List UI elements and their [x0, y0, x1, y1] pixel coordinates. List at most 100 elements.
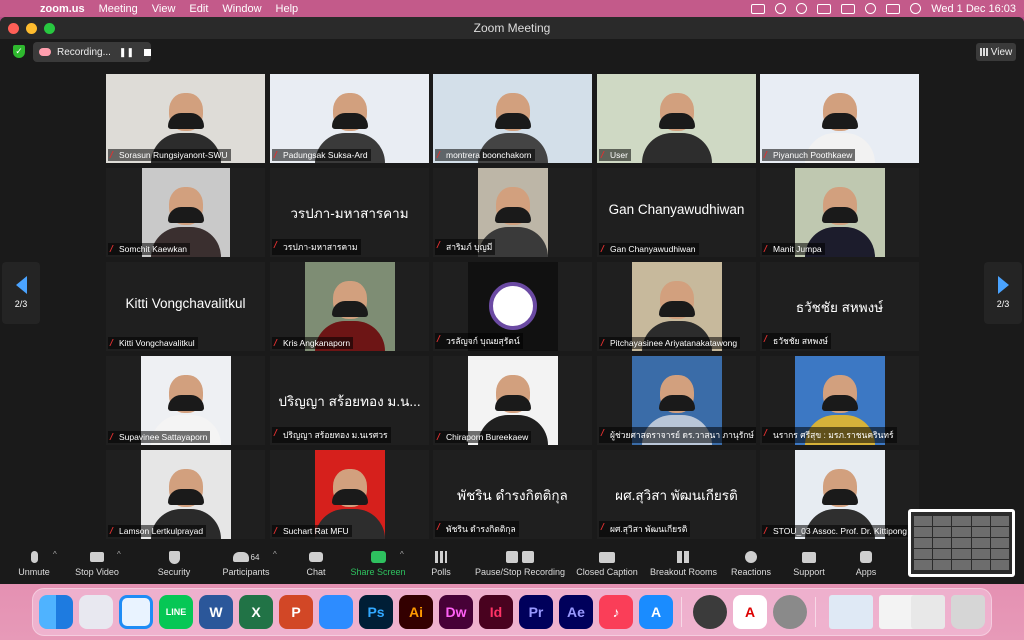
input-source-icon[interactable] — [817, 3, 832, 14]
participant-tile[interactable]: วรปภา-มหาสารคาม วรปภา-มหาสารคาม — [270, 168, 429, 257]
menu-help[interactable]: Help — [276, 3, 299, 15]
line-icon[interactable]: LINE — [159, 595, 193, 629]
share-options-caret[interactable]: ^ — [400, 550, 404, 559]
siri-icon[interactable] — [910, 3, 922, 14]
prev-page-button[interactable]: 2/3 — [2, 262, 40, 324]
zoom-status-icon[interactable] — [751, 3, 766, 14]
encryption-shield-icon[interactable]: ✓ — [13, 45, 25, 58]
participant-tile[interactable]: Padungsak Suksa-Ard — [270, 74, 429, 163]
acrobat-icon[interactable]: A — [733, 595, 767, 629]
participant-tile[interactable]: Kris Angkanaporn — [270, 262, 429, 351]
participants-button[interactable]: 64 Participants — [220, 550, 272, 577]
window-titlebar[interactable]: Zoom Meeting — [0, 17, 1024, 39]
premiere-icon[interactable]: Pr — [519, 595, 553, 629]
finder-icon[interactable] — [39, 595, 73, 629]
participant-tile[interactable]: ธวัชชัย สหพงษ์ ธวัชชัย สหพงษ์ — [760, 262, 919, 351]
reactions-button[interactable]: Reactions — [731, 550, 771, 577]
participant-tile[interactable]: ปริญญา สร้อยทอง ม.น... ปริญญา สร้อยทอง ม.… — [270, 356, 429, 445]
trash-icon[interactable] — [951, 595, 985, 629]
muted-mic-icon — [600, 429, 610, 436]
music-icon[interactable]: ♪ — [599, 595, 633, 629]
app-store-icon[interactable]: A — [639, 595, 673, 629]
view-button[interactable]: View — [976, 43, 1016, 61]
participant-tile[interactable]: Gan Chanyawudhiwan Gan Chanyawudhiwan — [597, 168, 756, 257]
pause-stop-recording-button[interactable]: Pause/Stop Recording — [474, 550, 566, 577]
unmute-button[interactable]: Unmute — [16, 550, 52, 577]
after-effects-icon[interactable]: Ae — [559, 595, 593, 629]
participant-tile[interactable]: User — [597, 74, 756, 163]
participant-tile[interactable]: Piyanuch Poothkaew — [760, 74, 919, 163]
audio-options-caret[interactable]: ^ — [53, 550, 57, 559]
control-center-icon[interactable] — [886, 3, 901, 14]
menu-app[interactable]: zoom.us — [40, 3, 85, 15]
participant-name-label: ผศ.สุวิสา พัฒนเกียรติ — [599, 521, 691, 537]
participant-name: Lamson Lertkulprayad — [119, 526, 204, 536]
participant-tile[interactable]: STOU_03 Assoc. Prof. Dr. Kittipong — [760, 450, 919, 539]
chat-button[interactable]: Chat — [303, 550, 329, 577]
dreamweaver-icon[interactable]: Dw — [439, 595, 473, 629]
participant-tile[interactable]: Kitti Vongchavalitkul Kitti Vongchavalitk… — [106, 262, 265, 351]
recording-controls-label: Pause/Stop Recording — [474, 567, 566, 577]
muted-mic-icon — [600, 245, 610, 252]
polls-button[interactable]: Polls — [430, 550, 452, 577]
recent-document-3[interactable] — [911, 595, 945, 629]
video-options-caret[interactable]: ^ — [117, 550, 121, 559]
participant-tile[interactable]: ผศ.สุวิสา พัฒนเกียรติ ผศ.สุวิสา พัฒนเกียร… — [597, 450, 756, 539]
participant-tile[interactable]: สาริมภ์ บุญมี — [433, 168, 592, 257]
creative-cloud-icon[interactable] — [775, 3, 787, 14]
menu-window[interactable]: Window — [222, 3, 261, 15]
word-icon[interactable]: W — [199, 595, 233, 629]
search-icon[interactable] — [865, 3, 877, 14]
apps-icon — [853, 550, 879, 564]
indesign-icon[interactable]: Id — [479, 595, 513, 629]
participant-tile[interactable]: ผู้ช่วยศาสตราจารย์ ดร.วาสนา ภานุรักษ์ — [597, 356, 756, 445]
participant-tile[interactable]: montrera boonchakorn — [433, 74, 592, 163]
participant-name: Supavinee Sattayaporn — [119, 432, 208, 442]
self-view-thumbnail[interactable] — [908, 509, 1015, 577]
participant-tile[interactable]: นรากร ศรีสุข : มรภ.ราชนครินทร์ — [760, 356, 919, 445]
recent-document-1[interactable] — [829, 595, 873, 629]
powerpoint-icon[interactable]: P — [279, 595, 313, 629]
security-button[interactable]: Security — [155, 550, 193, 577]
participant-tile[interactable]: Manit Jumpa — [760, 168, 919, 257]
menubar-clock[interactable]: Wed 1 Dec 16:03 — [931, 3, 1016, 15]
participant-tile[interactable]: พัชริน ดำรงกิตติกุล พัชริน ดำรงกิตติกุล — [433, 450, 592, 539]
battery-icon[interactable] — [841, 3, 856, 14]
excel-icon[interactable]: X — [239, 595, 273, 629]
participant-tile[interactable]: Somchit Kaewkan — [106, 168, 265, 257]
safari-icon[interactable] — [119, 595, 153, 629]
next-page-button[interactable]: 2/3 — [984, 262, 1022, 324]
illustrator-icon[interactable]: Ai — [399, 595, 433, 629]
participant-tile[interactable]: Supavinee Sattayaporn — [106, 356, 265, 445]
participant-tile[interactable]: Suchart Rat MFU — [270, 450, 429, 539]
participant-tile[interactable]: Chiraporn Bureekaew — [433, 356, 592, 445]
participant-tile[interactable]: Sorasun Rungsiyanont-SWU — [106, 74, 265, 163]
closed-caption-button[interactable]: Closed Caption — [576, 550, 638, 577]
menu-view[interactable]: View — [152, 3, 176, 15]
system-preferences-icon[interactable] — [773, 595, 807, 629]
support-button[interactable]: Support — [792, 550, 826, 577]
share-screen-button[interactable]: Share Screen — [350, 550, 406, 577]
participants-options-caret[interactable]: ^ — [273, 550, 277, 559]
launchpad-icon[interactable] — [79, 595, 113, 629]
stop-video-button[interactable]: Stop Video — [74, 550, 120, 577]
participant-name: Manit Jumpa — [773, 244, 822, 254]
photoshop-icon[interactable]: Ps — [359, 595, 393, 629]
participant-tile[interactable]: วรลัญจก์ บุณยสุรัตน์ — [433, 262, 592, 351]
zoom-icon[interactable] — [319, 595, 353, 629]
participant-name: สาริมภ์ บุญมี — [446, 242, 493, 252]
participant-tile[interactable]: Pitchayasinee Ariyatanakatawong — [597, 262, 756, 351]
pause-recording-icon[interactable]: ❚❚ — [119, 47, 134, 58]
quicktime-icon[interactable] — [693, 595, 727, 629]
muted-mic-icon — [436, 151, 446, 158]
apps-button[interactable]: Apps — [853, 550, 879, 577]
breakout-rooms-button[interactable]: Breakout Rooms — [650, 550, 717, 577]
wifi-icon[interactable] — [796, 3, 808, 14]
menu-edit[interactable]: Edit — [189, 3, 208, 15]
menu-meeting[interactable]: Meeting — [99, 3, 138, 15]
participant-tile[interactable]: Lamson Lertkulprayad — [106, 450, 265, 539]
pause-stop-icon — [474, 550, 566, 564]
participant-name-label: Supavinee Sattayaporn — [108, 431, 211, 443]
stop-recording-icon[interactable] — [144, 48, 152, 56]
muted-mic-icon — [600, 151, 610, 158]
